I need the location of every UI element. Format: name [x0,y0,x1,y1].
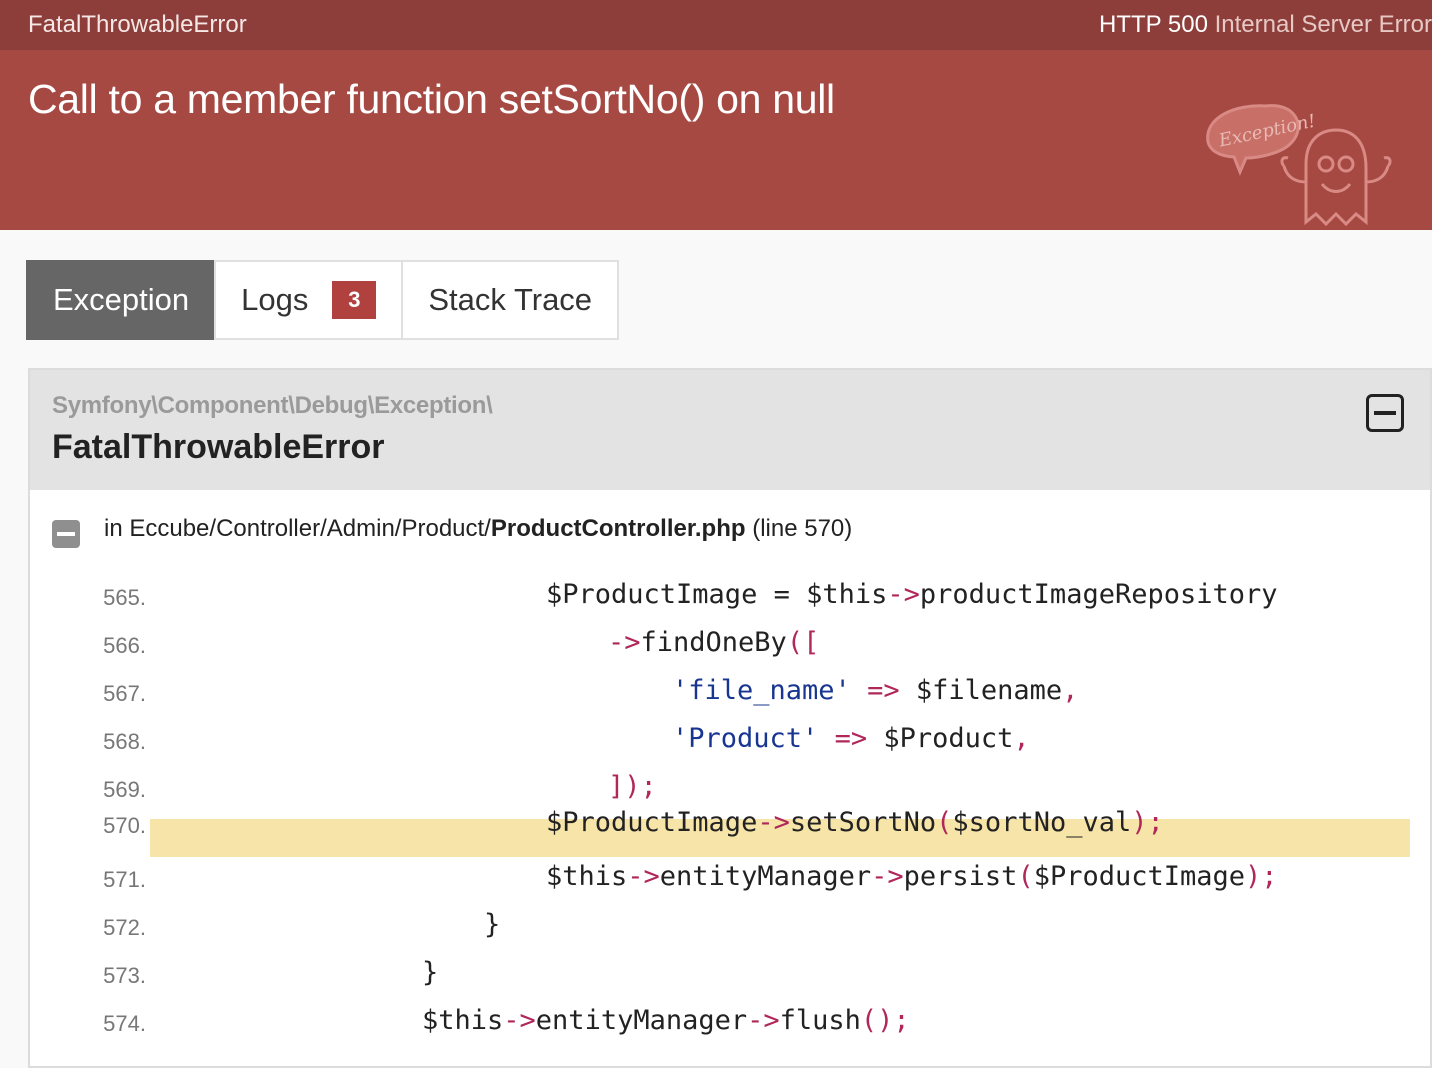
line-number: 571. [103,867,146,892]
line-number: 572. [103,915,146,940]
code-text: ]); [608,771,657,802]
exception-namespace: Symfony\Component\Debug\Exception\ [52,392,493,419]
status-code: HTTP 500 [1098,11,1208,38]
code-line: 568. 'Product' => $Product, [30,709,1430,757]
tab-logs[interactable]: Logs 3 [214,260,404,340]
tab-stack-trace[interactable]: Stack Trace [401,260,620,340]
code-line: 567. 'file_name' => $filename, [30,661,1430,709]
collapse-panel-icon[interactable] [1366,394,1404,432]
exception-panel: Symfony\Component\Debug\Exception\ Fatal… [28,368,1432,1068]
code-text: } [484,909,501,940]
tab-bar: Exception Logs 3 Stack Trace [26,260,620,340]
code-line: 566. ->findOneBy([ [30,613,1430,661]
code-line: 565. $ProductImage = $this->productImage… [30,565,1430,613]
line-number: 566. [103,633,146,658]
location-line: (line 570) [752,515,853,542]
code-text: $ProductImage = $this->productImageRepos… [546,579,1278,610]
code-text: $ProductImage->setSortNo($sortNo_val); [546,807,1164,838]
line-number: 565. [103,585,146,610]
code-text: 'Product' => $Product, [672,723,1030,754]
code-line: 571. $this->entityManager->persist($Prod… [30,847,1430,895]
tab-logs-label: Logs [241,282,309,317]
line-number: 570. [103,813,146,838]
location-prefix: in Eccube/Controller/Admin/Product/ [104,515,491,542]
exception-class: FatalThrowableError [52,428,385,466]
tab-stack-trace-label: Stack Trace [428,282,593,317]
ghost-icon: Exception! [1206,104,1392,227]
top-bar: FatalThrowableError HTTP 500 Internal Se… [0,0,1432,50]
code-text: 'file_name' => $filename, [672,675,1079,706]
code-line: 572. } [30,895,1430,943]
collapse-trace-icon[interactable] [52,520,80,548]
code-line: 569. ]); [30,757,1430,805]
code-line-highlighted: 570. $ProductImage->setSortNo($sortNo_va… [30,805,1430,857]
exception-panel-header: Symfony\Component\Debug\Exception\ Fatal… [30,370,1430,490]
status-text: Internal Server Error [1214,11,1432,38]
code-text: $this->entityManager->persist($ProductIm… [546,861,1278,892]
code-text: } [422,957,439,988]
line-number: 568. [103,729,146,754]
line-number: 569. [103,777,146,802]
tab-exception-label: Exception [53,282,190,317]
line-number: 574. [103,1011,146,1036]
exception-header: Call to a member function setSortNo() on… [0,50,1432,230]
line-number: 567. [103,681,146,706]
code-line: 574. $this->entityManager->flush(); [30,991,1430,1039]
code-text: $this->entityManager->flush(); [422,1005,910,1036]
logs-count-badge: 3 [332,281,377,319]
http-status: HTTP 500 Internal Server Error [1099,0,1432,50]
exception-class-label: FatalThrowableError [28,11,247,38]
code-line: 573. } [30,943,1430,991]
line-number: 573. [103,963,146,988]
location-file: ProductController.php [490,515,746,542]
tab-exception[interactable]: Exception [26,260,217,340]
code-text: ->findOneBy([ [608,627,820,658]
code-snippet: 565. $ProductImage = $this->productImage… [30,565,1430,1039]
trace-location: in Eccube/Controller/Admin/Product/Produ… [30,490,1430,568]
